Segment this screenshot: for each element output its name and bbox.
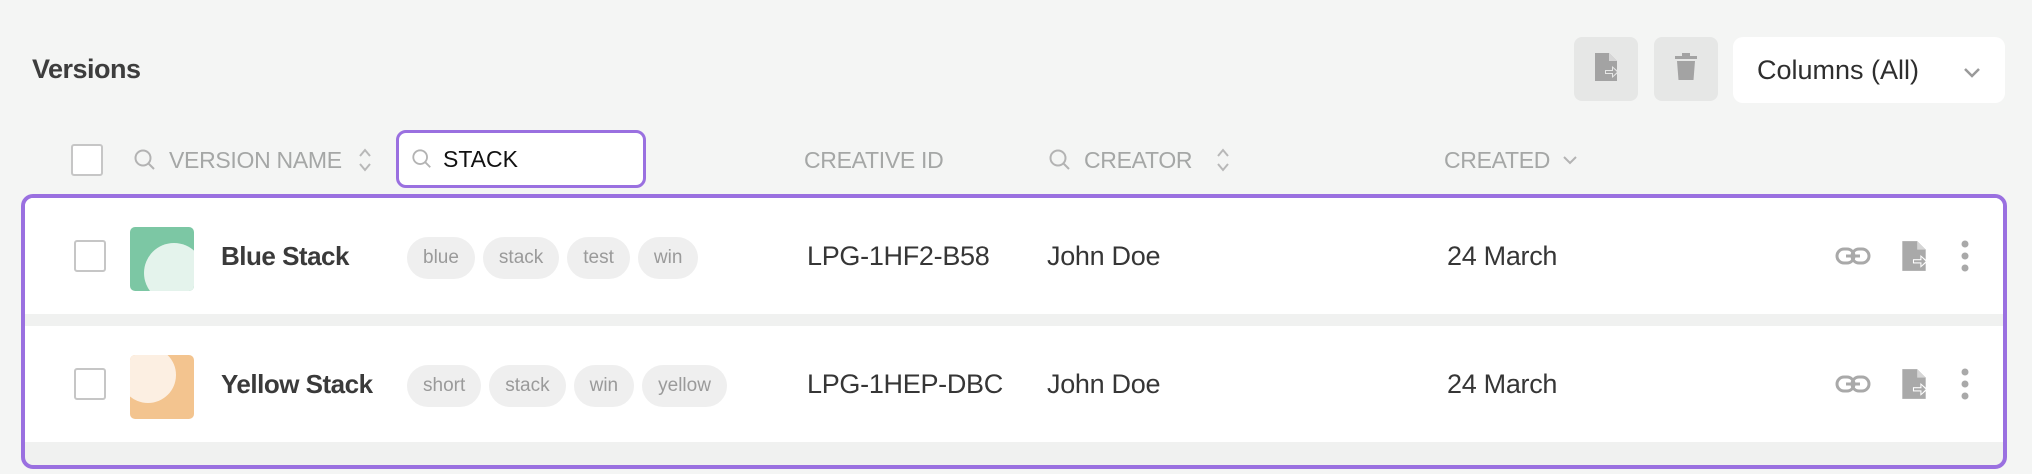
- search-icon: [1048, 148, 1072, 172]
- created-date: 24 March: [1447, 368, 1558, 399]
- columns-select[interactable]: Columns (All): [1733, 37, 2005, 103]
- version-search-input[interactable]: [443, 145, 623, 173]
- file-export-icon: [1593, 51, 1619, 88]
- creator-label: CREATOR: [1084, 146, 1193, 173]
- more-vertical-icon: [1961, 240, 1969, 272]
- creator-header[interactable]: CREATOR: [1048, 128, 1230, 192]
- sort-icon[interactable]: [1216, 146, 1230, 174]
- chevron-down-icon: [1562, 154, 1578, 166]
- creative-id: LPG-1HEP-DBC: [807, 368, 1003, 399]
- tag: win: [637, 237, 699, 279]
- creative-id-label: CREATIVE ID: [804, 146, 944, 173]
- created-header[interactable]: CREATED: [1444, 128, 1578, 192]
- table-row[interactable]: Blue Stack blue stack test win LPG-1HF2-…: [25, 198, 2003, 314]
- chevron-down-icon: [1963, 55, 1981, 86]
- search-icon: [133, 148, 157, 172]
- tag: blue: [407, 237, 475, 279]
- versions-table: Blue Stack blue stack test win LPG-1HF2-…: [21, 194, 2007, 469]
- creator-name: John Doe: [1047, 368, 1161, 399]
- link-icon: [1835, 374, 1871, 394]
- creator-name: John Doe: [1047, 240, 1161, 271]
- search-icon: [411, 148, 433, 170]
- row-checkbox[interactable]: [74, 240, 106, 272]
- creative-id: LPG-1HF2-B58: [807, 240, 990, 271]
- export-row-button[interactable]: [1894, 236, 1934, 276]
- tag: short: [407, 365, 482, 407]
- select-all-checkbox[interactable]: [71, 144, 103, 176]
- file-export-icon: [1900, 367, 1928, 401]
- tag: test: [567, 237, 630, 279]
- version-name[interactable]: Yellow Stack: [221, 326, 373, 442]
- tag: stack: [482, 237, 560, 279]
- version-search-field[interactable]: [396, 130, 646, 188]
- more-vertical-icon: [1961, 368, 1969, 400]
- created-date: 24 March: [1447, 240, 1558, 271]
- more-options-button[interactable]: [1945, 236, 1985, 276]
- table-header: VERSION NAME CREATIVE ID CREATOR CREATED: [0, 128, 2032, 192]
- tag: stack: [489, 365, 566, 407]
- version-name-header[interactable]: VERSION NAME: [133, 128, 372, 192]
- version-name[interactable]: Blue Stack: [221, 198, 349, 314]
- export-button[interactable]: [1574, 37, 1638, 101]
- version-thumbnail: [130, 355, 194, 419]
- link-icon: [1835, 246, 1871, 266]
- sort-icon[interactable]: [358, 146, 372, 174]
- creative-id-header: CREATIVE ID: [804, 128, 944, 192]
- tag: yellow: [642, 365, 727, 407]
- delete-button[interactable]: [1654, 37, 1718, 101]
- file-export-icon: [1900, 239, 1928, 273]
- tag-list: short stack win yellow: [407, 365, 727, 407]
- columns-select-label: Columns (All): [1757, 54, 1920, 85]
- row-checkbox[interactable]: [74, 368, 106, 400]
- created-label: CREATED: [1444, 146, 1551, 173]
- export-row-button[interactable]: [1894, 364, 1934, 404]
- trash-icon: [1675, 52, 1697, 86]
- copy-link-button[interactable]: [1833, 364, 1873, 404]
- version-name-label: VERSION NAME: [169, 146, 342, 173]
- table-row[interactable]: Yellow Stack short stack win yellow LPG-…: [25, 326, 2003, 442]
- copy-link-button[interactable]: [1833, 236, 1873, 276]
- more-options-button[interactable]: [1945, 364, 1985, 404]
- page-title: Versions: [32, 54, 141, 84]
- tag: win: [573, 365, 635, 407]
- version-thumbnail: [130, 227, 194, 291]
- tag-list: blue stack test win: [407, 237, 699, 279]
